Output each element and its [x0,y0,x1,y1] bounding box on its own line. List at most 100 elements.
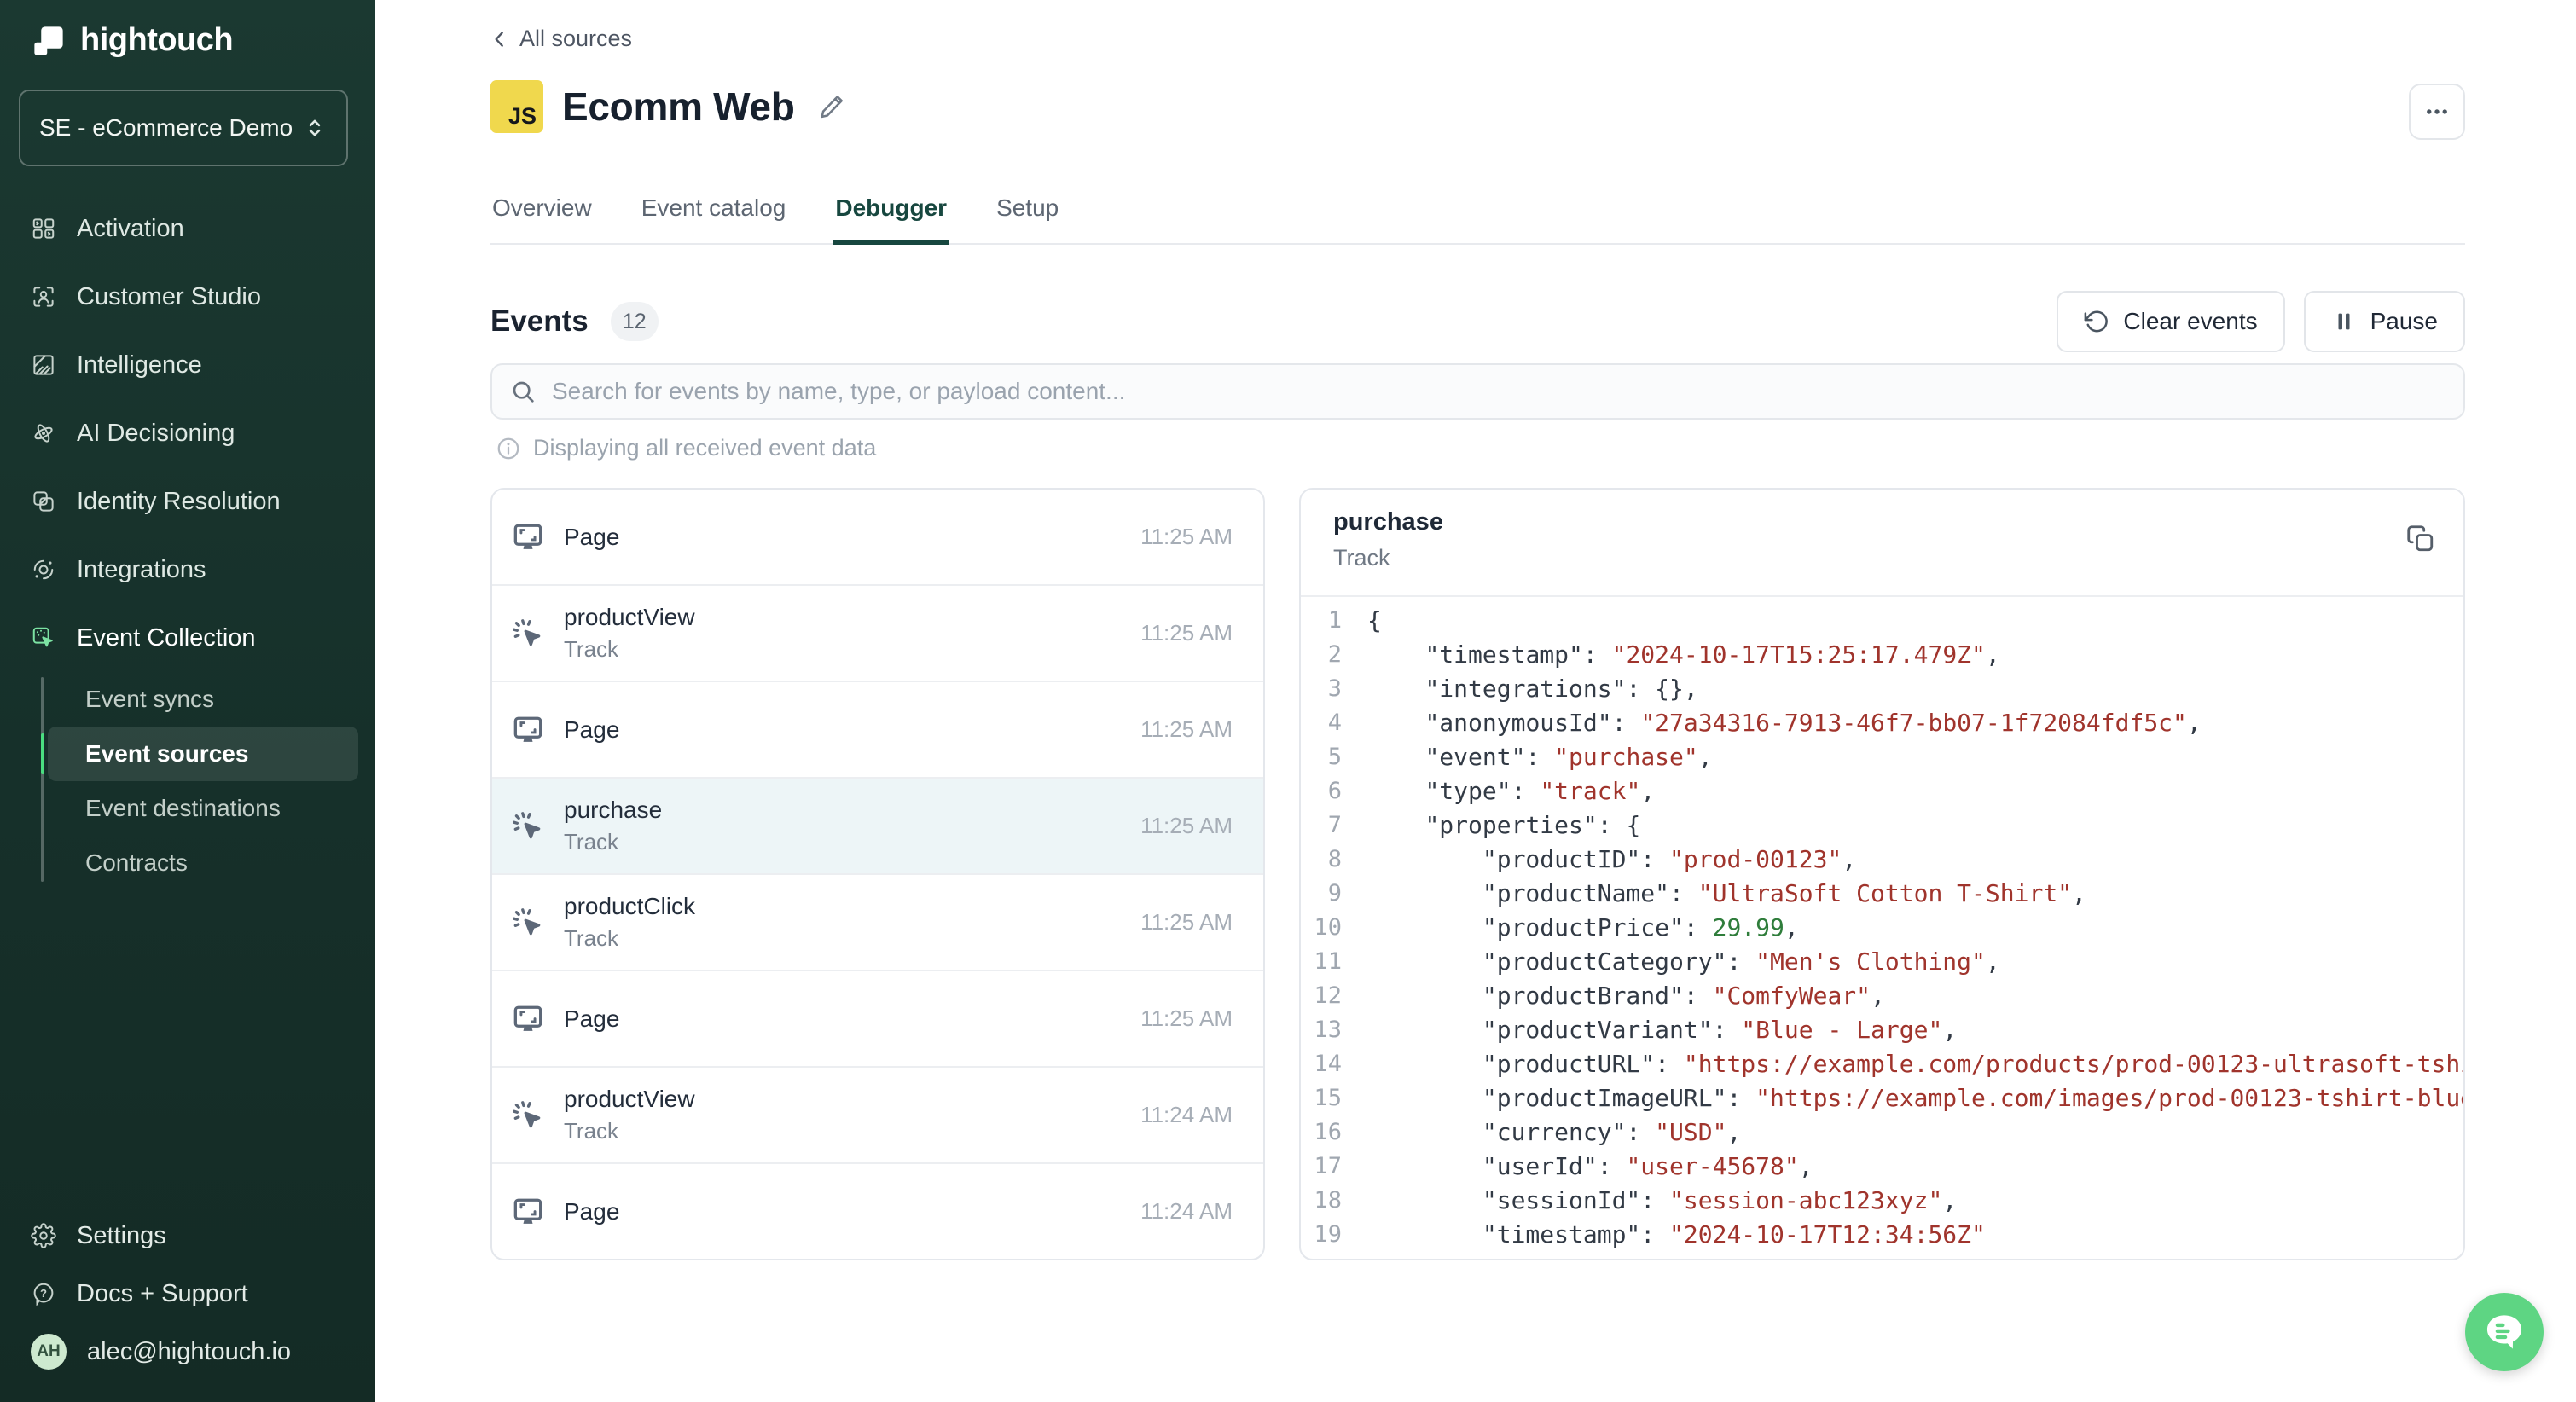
tab-debugger[interactable]: Debugger [833,181,949,245]
pause-button[interactable]: Pause [2304,291,2465,352]
hightouch-logo: hightouch [31,22,233,59]
line-number: 12 [1301,979,1342,1013]
pause-icon [2331,309,2357,334]
line-number: 19 [1301,1218,1342,1252]
event-row-page[interactable]: Page11:25 AM [492,971,1263,1068]
event-row-page[interactable]: Page 11:25 AM [492,682,1263,779]
sidebar-item-customer-studio[interactable]: Customer Studio [0,263,375,331]
user-account-item[interactable]: AH alec@hightouch.io [24,1327,358,1376]
code-line: 8 "productID": "prod-00123", [1301,843,2463,877]
line-number: 1 [1301,604,1342,638]
event-row-page[interactable]: Page11:24 AM [492,1164,1263,1260]
sidebar-item-identity-resolution[interactable]: Identity Resolution [0,467,375,536]
code-line: 2 "timestamp": "2024-10-17T15:25:17.479Z… [1301,638,2463,672]
sidebar-item-label: Event Collection [77,624,256,652]
copy-icon[interactable] [2405,524,2436,554]
line-number: 10 [1301,911,1342,945]
event-type: Track [564,829,662,855]
track-event-icon [509,808,547,845]
sidebar-item-label: Intelligence [77,351,202,379]
event-time: 11:25 AM [1140,716,1233,743]
event-type: Track [564,925,695,952]
info-text: Displaying all received event data [533,435,876,461]
breadcrumb-all-sources[interactable]: All sources [489,26,632,52]
line-number: 15 [1301,1081,1342,1115]
event-name: Page [564,1005,619,1033]
events-actions: Clear events Pause [2057,291,2465,352]
event-name: productView [564,1086,695,1113]
code-line: 11 "productCategory": "Men's Clothing", [1301,945,2463,979]
sidebar-item-integrations[interactable]: Integrations [0,536,375,604]
subnav-guide-line [41,677,44,882]
event-time: 11:25 AM [1140,620,1233,646]
sidebar-item-activation[interactable]: Activation [0,194,375,263]
ellipsis-icon [2422,97,2451,126]
ai-decisioning-icon [31,420,56,446]
line-number: 9 [1301,877,1342,911]
sidebar-item-event-syncs[interactable]: Event syncs [48,672,358,727]
code-line: 15 "productImageURL": "https://example.c… [1301,1081,2463,1115]
line-number: 6 [1301,774,1342,808]
search-input[interactable] [550,377,2446,406]
sidebar-item-label: Integrations [77,556,206,584]
event-row-productview[interactable]: productViewTrack11:24 AM [492,1068,1263,1164]
sidebar-item-event-sources[interactable]: Event sources [48,727,358,781]
event-list-panel: Page 11:25 AM productView Track 11:25 AM Page… [490,488,1265,1260]
activation-icon [31,216,56,241]
tab-setup[interactable]: Setup [995,181,1060,245]
event-row-purchase[interactable]: purchaseTrack11:25 AM [492,779,1263,875]
more-options-button[interactable] [2409,84,2465,140]
event-search [490,363,2465,420]
code-area: 1{2 "timestamp": "2024-10-17T15:25:17.47… [1301,597,2463,1260]
event-collection-subnav: Event syncs Event sources Event destinat… [41,672,375,890]
event-name: productClick [564,893,695,920]
tab-event-catalog[interactable]: Event catalog [640,181,788,245]
event-time: 11:24 AM [1140,1198,1233,1225]
code-line: 9 "productName": "UltraSoft Cotton T-Shi… [1301,877,2463,911]
code-line: 19 "timestamp": "2024-10-17T12:34:56Z" [1301,1218,2463,1252]
pause-label: Pause [2370,308,2438,335]
gear-icon [31,1223,56,1248]
customer-studio-icon [31,284,56,310]
chat-support-button[interactable] [2465,1293,2544,1371]
clear-events-button[interactable]: Clear events [2057,291,2284,352]
event-detail-panel: purchase Track 1{2 "timestamp": "2024-10… [1299,488,2465,1260]
code-line: 18 "sessionId": "session-abc123xyz", [1301,1184,2463,1218]
sidebar-item-docs-support[interactable]: ? Docs + Support [24,1269,358,1318]
line-number: 7 [1301,808,1342,843]
sidebar-item-event-collection[interactable]: Event Collection [0,604,375,672]
search-icon [509,378,537,405]
event-type: Track [564,636,695,663]
breadcrumb-label: All sources [519,26,632,52]
workspace-selector[interactable]: SE - eCommerce Demo [19,90,348,166]
code-line: 13 "productVariant": "Blue - Large", [1301,1013,2463,1047]
sidebar-item-event-destinations[interactable]: Event destinations [48,781,358,836]
tab-overview[interactable]: Overview [490,181,594,245]
sub-item-label: Event syncs [85,686,214,713]
page-event-icon [509,711,547,749]
event-row-page[interactable]: Page11:25 AM [492,490,1263,586]
js-badge-label: JS [508,103,537,130]
event-detail-type: Track [1333,545,2433,571]
code-line: 20 } [1301,1252,2463,1260]
code-line: 16 "currency": "USD", [1301,1115,2463,1150]
edit-pencil-icon[interactable] [817,92,846,121]
logo-text: hightouch [80,22,233,59]
sidebar-item-intelligence[interactable]: Intelligence [0,331,375,399]
code-line: 1{ [1301,604,2463,638]
event-row-productclick[interactable]: productClickTrack11:25 AM [492,875,1263,971]
event-row-productview[interactable]: productViewTrack11:25 AM [492,586,1263,682]
sidebar-item-contracts[interactable]: Contracts [48,836,358,890]
sidebar-item-settings[interactable]: Settings [24,1211,358,1260]
sidebar-item-ai-decisioning[interactable]: AI Decisioning [0,399,375,467]
line-number: 17 [1301,1150,1342,1184]
source-tabs: Overview Event catalog Debugger Setup [490,181,2465,245]
track-event-icon [509,904,547,941]
javascript-source-icon: JS [490,80,543,133]
line-number: 16 [1301,1115,1342,1150]
line-number: 13 [1301,1013,1342,1047]
rotate-ccw-icon [2084,309,2109,334]
code-line: 10 "productPrice": 29.99, [1301,911,2463,945]
intelligence-icon [31,352,56,378]
event-name: Page [564,716,619,744]
